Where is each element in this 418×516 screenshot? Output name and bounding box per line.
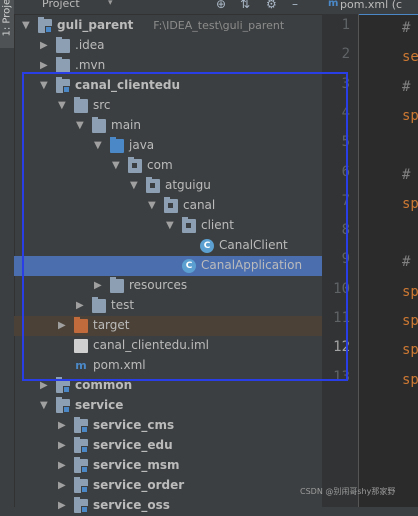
code-line: sp xyxy=(402,342,418,359)
project-tool-label: 1: Project xyxy=(1,0,13,37)
project-header: Project ▾ ⊕ ⇅ ⚙ – xyxy=(14,0,322,15)
tree-row[interactable]: ▶ service_msm xyxy=(14,456,322,476)
editor-tab[interactable]: m pom.xml (c xyxy=(322,0,418,15)
line-number: 1 xyxy=(341,17,350,33)
module-folder-icon xyxy=(74,477,88,493)
folder-icon xyxy=(56,37,70,53)
module-folder-icon xyxy=(74,437,88,453)
tree-row[interactable]: ▶ .idea xyxy=(14,36,322,56)
line-number: 2 xyxy=(341,46,350,63)
project-tool-stripe: 1: Project xyxy=(0,0,15,507)
expand-arrow-icon[interactable]: ▼ xyxy=(22,20,30,31)
collapse-arrow-icon[interactable]: ▶ xyxy=(40,380,48,391)
tree-row[interactable]: ▶ service_order xyxy=(14,476,322,496)
editor-tab-label: pom.xml (c xyxy=(340,0,403,11)
code-line: # xyxy=(402,78,411,95)
tree-item-label: .idea xyxy=(75,38,105,52)
maven-icon: m xyxy=(328,0,339,9)
locate-icon[interactable]: ⊕ xyxy=(216,0,226,11)
collapse-arrow-icon[interactable]: ▶ xyxy=(58,420,66,431)
tree-item-label: service_edu xyxy=(93,438,173,452)
tree-item-label: service_msm xyxy=(93,458,180,472)
tree-item-label: service_cms xyxy=(93,418,175,432)
expand-arrow-icon[interactable]: ▼ xyxy=(40,400,48,411)
selection-highlight-box xyxy=(22,72,348,381)
module-folder-icon xyxy=(74,457,88,473)
collapse-arrow-icon[interactable]: ▶ xyxy=(58,440,66,451)
collapse-arrow-icon[interactable]: ▶ xyxy=(40,60,48,71)
code-line: sp xyxy=(402,371,418,388)
tree-item-label: guli_parent xyxy=(57,18,134,32)
tree-row[interactable]: ▶ service_cms xyxy=(14,416,322,436)
code-line: sp xyxy=(402,195,418,212)
project-title[interactable]: Project xyxy=(42,0,80,10)
tree-item-label: .mvn xyxy=(75,58,106,72)
folder-icon xyxy=(56,57,70,73)
watermark: CSDN @别闹哥shy那家野 xyxy=(300,487,396,496)
module-folder-icon xyxy=(56,377,70,393)
tree-row[interactable]: ▼ guli_parent F:\IDEA_test\guli_parent xyxy=(14,16,322,36)
tree-row[interactable]: ▶ service_oss xyxy=(14,496,322,516)
code-line: # xyxy=(402,254,411,271)
collapse-icon[interactable]: ⇅ xyxy=(240,0,250,11)
tree-item-label: service_oss xyxy=(93,498,170,512)
module-folder-icon xyxy=(74,497,88,513)
module-folder-icon xyxy=(56,397,70,413)
hide-icon[interactable]: – xyxy=(292,0,298,11)
collapse-arrow-icon[interactable]: ▶ xyxy=(58,480,66,491)
gear-icon[interactable]: ⚙ xyxy=(266,0,277,11)
tree-row[interactable]: ▼ service xyxy=(14,396,322,416)
collapse-arrow-icon[interactable]: ▶ xyxy=(58,500,66,511)
chevron-down-icon[interactable]: ▾ xyxy=(108,0,113,8)
code-line: sp xyxy=(402,283,418,300)
collapse-arrow-icon[interactable]: ▶ xyxy=(58,460,66,471)
code-line: # xyxy=(402,166,411,183)
code-line: sp xyxy=(402,313,418,329)
module-folder-icon xyxy=(74,417,88,433)
tree-row[interactable]: ▶ service_edu xyxy=(14,436,322,456)
module-folder-icon xyxy=(38,17,52,33)
tree-item-label: service_order xyxy=(93,478,185,492)
code-line: se xyxy=(402,49,418,66)
code-line: # xyxy=(402,20,411,36)
project-tool-tab[interactable]: 1: Project xyxy=(0,0,14,48)
collapse-arrow-icon[interactable]: ▶ xyxy=(40,40,48,51)
project-path: F:\IDEA_test\guli_parent xyxy=(153,19,285,32)
tree-item-label: service xyxy=(75,398,124,412)
code-line: sp xyxy=(402,107,418,124)
